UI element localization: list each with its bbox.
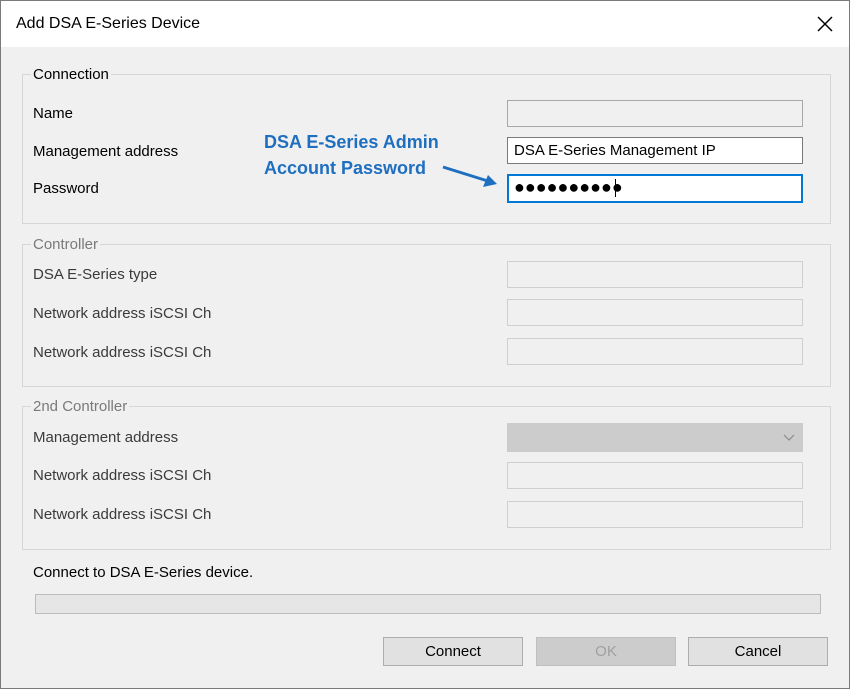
connection-group-label: Connection	[31, 66, 111, 83]
management-address-label: Management address	[33, 143, 179, 160]
second-iscsi-address-1-field[interactable]	[507, 462, 803, 489]
second-iscsi-address-1-label: Network address iSCSI Ch	[33, 467, 212, 484]
connect-button[interactable]: Connect	[383, 637, 523, 666]
annotation-line-1: DSA E-Series Admin	[264, 132, 439, 152]
progress-bar	[35, 594, 821, 614]
title-bar: Add DSA E-Series Device	[1, 1, 849, 47]
name-label: Name	[33, 105, 74, 122]
password-label: Password	[33, 180, 99, 197]
second-management-address-label: Management address	[33, 429, 179, 446]
second-iscsi-address-2-label: Network address iSCSI Ch	[33, 506, 212, 523]
chevron-down-icon	[783, 434, 795, 441]
annotation-line-2: Account Password	[264, 158, 427, 178]
iscsi-address-1-field[interactable]	[507, 299, 803, 326]
text-caret	[615, 179, 616, 197]
name-field[interactable]	[507, 100, 803, 127]
management-address-field[interactable]: DSA E-Series Management IP	[507, 137, 803, 164]
ok-button[interactable]: OK	[536, 637, 676, 666]
add-device-dialog: Add DSA E-Series Device Connection Name …	[0, 0, 850, 689]
second-controller-group-label: 2nd Controller	[31, 398, 130, 415]
close-button[interactable]	[801, 1, 849, 47]
password-field[interactable]: ●●●●●●●●●●	[507, 174, 803, 203]
password-mask: ●●●●●●●●●●	[514, 177, 623, 197]
iscsi-address-1-label: Network address iSCSI Ch	[33, 305, 212, 322]
annotation-callout: DSA E-Series Admin Account Password	[264, 129, 439, 181]
cancel-button[interactable]: Cancel	[688, 637, 828, 666]
status-text: Connect to DSA E-Series device.	[33, 564, 254, 581]
second-management-address-dropdown[interactable]	[507, 423, 803, 452]
eseries-type-field[interactable]	[507, 261, 803, 288]
second-iscsi-address-2-field[interactable]	[507, 501, 803, 528]
iscsi-address-2-label: Network address iSCSI Ch	[33, 344, 212, 361]
arrow-right-icon	[442, 165, 497, 187]
eseries-type-label: DSA E-Series type	[33, 266, 158, 283]
controller-group-label: Controller	[31, 236, 101, 253]
window-title: Add DSA E-Series Device	[16, 15, 201, 32]
iscsi-address-2-field[interactable]	[507, 338, 803, 365]
close-icon	[817, 16, 833, 32]
